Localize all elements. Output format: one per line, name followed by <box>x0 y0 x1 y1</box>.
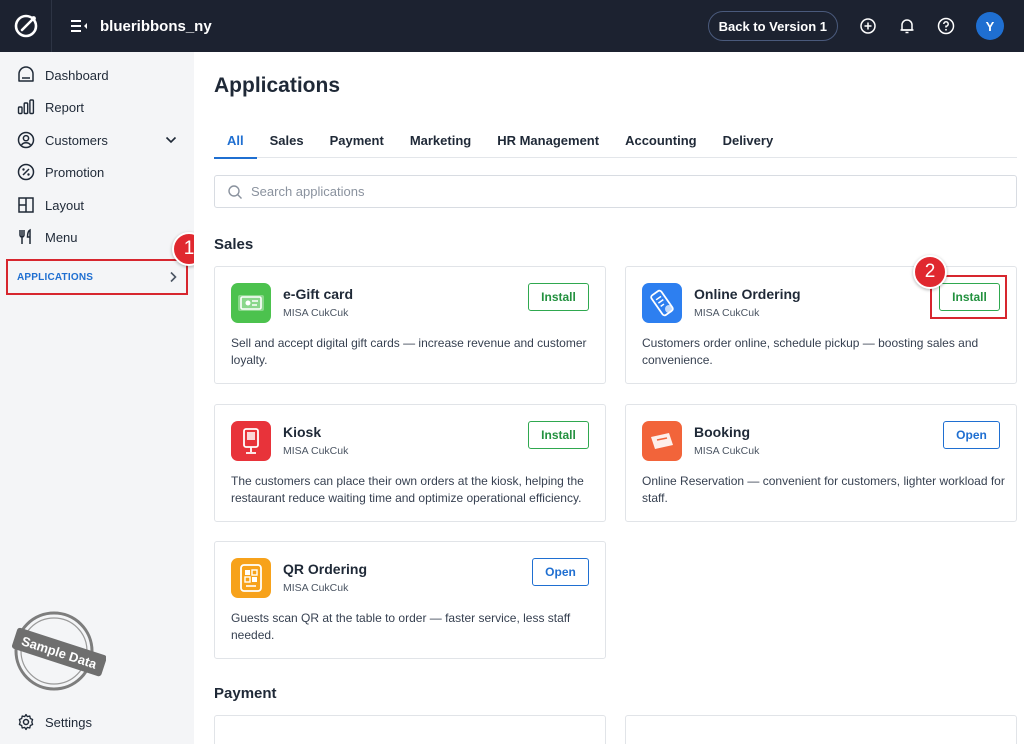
sidebar-item-label: Settings <box>45 714 92 730</box>
page-title: Applications <box>214 74 341 97</box>
sidebar-item-menu[interactable]: Menu <box>0 222 194 252</box>
tab-sales[interactable]: Sales <box>257 122 317 158</box>
app-logo[interactable] <box>0 0 52 52</box>
sidebar-item-label: APPLICATIONS <box>17 271 94 283</box>
report-icon <box>16 97 36 117</box>
online-ordering-icon <box>642 283 682 323</box>
sidebar-item-promotion[interactable]: Promotion <box>0 157 194 187</box>
app-vendor: MISA CukCuk <box>283 582 349 594</box>
dashboard-icon <box>16 65 36 85</box>
sidebar-item-label: Report <box>45 99 85 115</box>
sidebar-item-label: Promotion <box>45 164 105 180</box>
sidebar-item-layout[interactable]: Layout <box>0 190 194 220</box>
open-button[interactable]: Open <box>532 558 589 586</box>
sidebar-item-settings[interactable]: Settings <box>0 707 194 737</box>
tab-accounting[interactable]: Accounting <box>612 122 710 158</box>
open-button[interactable]: Open <box>943 421 1000 449</box>
user-avatar[interactable]: Y <box>976 12 1004 40</box>
search-input[interactable] <box>251 184 951 199</box>
app-description: Sell and accept digital gift cards — inc… <box>231 336 587 367</box>
menu-icon <box>16 227 36 247</box>
sidebar-item-label: Layout <box>45 197 85 213</box>
promotion-icon <box>16 162 36 182</box>
logo-icon <box>14 14 37 38</box>
install-button[interactable]: Install <box>528 283 589 311</box>
layout-icon <box>16 195 36 215</box>
back-to-version-1-button[interactable]: Back to Version 1 <box>707 11 838 41</box>
tab-payment[interactable]: Payment <box>317 122 397 158</box>
app-card-partial <box>214 715 606 744</box>
gear-icon <box>16 712 36 732</box>
annotation-marker-2: 2 <box>913 255 947 289</box>
sidebar-toggle-icon[interactable] <box>70 16 90 36</box>
app-name: e-Gift card <box>283 286 354 302</box>
app-card-booking: Booking MISA CukCuk Open Online Reservat… <box>625 404 1017 522</box>
app-vendor: MISA CukCuk <box>694 307 760 319</box>
app-description: Online Reservation — convenient for cust… <box>642 474 1005 505</box>
kiosk-icon <box>231 421 271 461</box>
search-box <box>214 175 1017 208</box>
app-description: Guests scan QR at the table to order — f… <box>231 611 571 642</box>
app-name: QR Ordering <box>283 561 368 577</box>
app-description: The customers can place their own orders… <box>231 474 584 505</box>
booking-icon <box>642 421 682 461</box>
install-button[interactable]: Install <box>528 421 589 449</box>
main-content: Applications All Sales Payment Marketing… <box>194 52 1024 744</box>
tab-delivery[interactable]: Delivery <box>710 122 787 158</box>
sidebar-item-applications[interactable]: APPLICATIONS <box>6 259 188 295</box>
tab-marketing[interactable]: Marketing <box>397 122 484 158</box>
customers-icon <box>16 130 36 150</box>
sidebar-item-dashboard[interactable]: Dashboard <box>0 60 194 90</box>
app-name: Kiosk <box>283 424 322 440</box>
tab-hr-management[interactable]: HR Management <box>484 122 612 158</box>
tab-all[interactable]: All <box>214 122 257 159</box>
bell-icon[interactable] <box>897 16 917 36</box>
qr-ordering-icon <box>231 558 271 598</box>
sidebar-item-label: Menu <box>45 229 78 245</box>
help-icon[interactable] <box>936 16 956 36</box>
app-vendor: MISA CukCuk <box>694 445 760 457</box>
sidebar-item-label: Customers <box>45 132 108 148</box>
sidebar: Dashboard Report Customers Promotion Lay… <box>0 52 194 744</box>
gift-card-icon <box>231 283 271 323</box>
section-title-payment: Payment <box>214 685 277 702</box>
category-tabs: All Sales Payment Marketing HR Managemen… <box>214 122 1017 159</box>
store-name: blueribbons_ny <box>100 17 212 35</box>
chevron-down-icon[interactable] <box>164 133 178 147</box>
app-name: Online Ordering <box>694 286 801 302</box>
app-card-partial <box>625 715 1017 744</box>
app-card-qr-ordering: QR Ordering MISA CukCuk Open Guests scan… <box>214 541 606 659</box>
add-circle-icon[interactable] <box>858 16 878 36</box>
section-title-sales: Sales <box>214 236 254 253</box>
app-vendor: MISA CukCuk <box>283 307 349 319</box>
app-vendor: MISA CukCuk <box>283 445 349 457</box>
app-card-kiosk: Kiosk MISA CukCuk Install The customers … <box>214 404 606 522</box>
app-description: Customers order online, schedule pickup … <box>642 336 979 367</box>
sidebar-item-label: Dashboard <box>45 67 109 83</box>
sidebar-item-customers[interactable]: Customers <box>0 125 194 155</box>
sample-data-stamp: Sample Data <box>11 609 107 693</box>
app-name: Booking <box>694 424 750 440</box>
sidebar-item-report[interactable]: Report <box>0 92 194 122</box>
search-icon <box>228 184 242 199</box>
top-bar: blueribbons_ny Back to Version 1 Y <box>0 0 1024 52</box>
chevron-right-icon <box>170 271 177 283</box>
app-card-e-gift-card: e-Gift card MISA CukCuk Install Sell and… <box>214 266 606 384</box>
